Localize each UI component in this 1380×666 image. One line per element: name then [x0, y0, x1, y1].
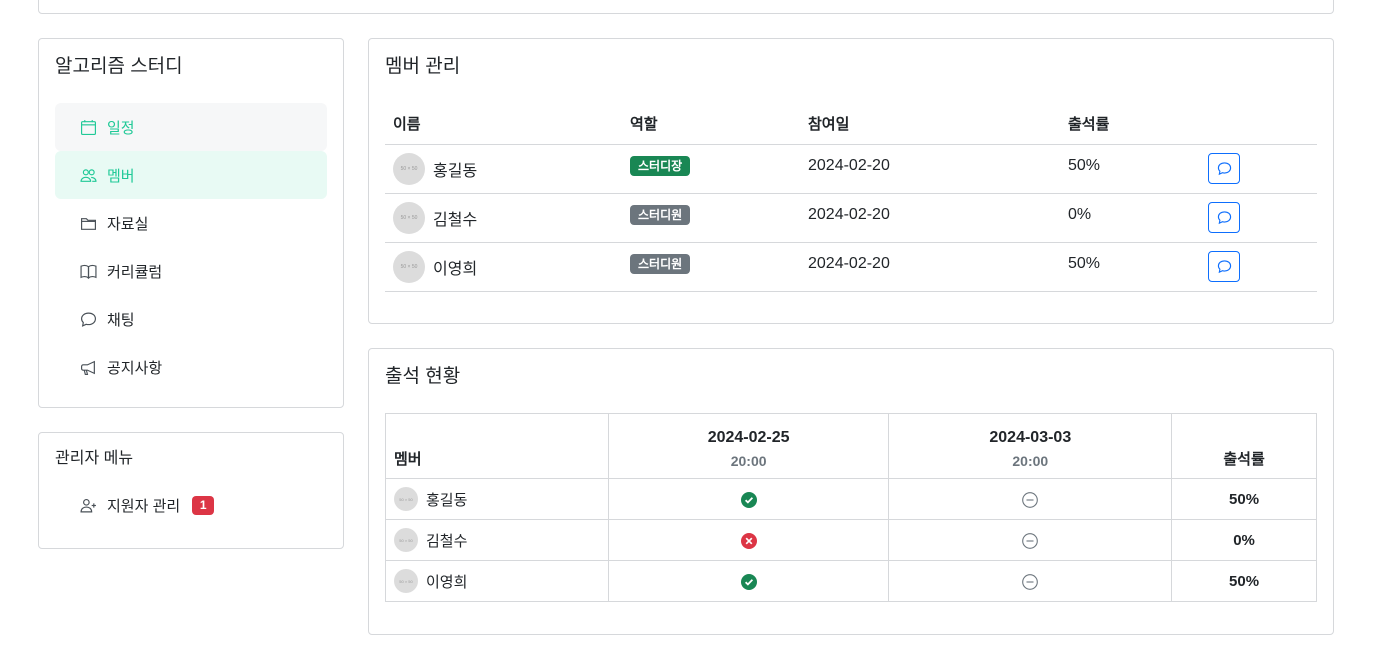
- members-table: 이름 역할 참여일 출석률 50 × 50 홍길동 스터디장 2024-02-20…: [385, 103, 1317, 292]
- applicant-management-label: 지원자 관리: [107, 497, 181, 515]
- member-name: 김철수: [433, 211, 478, 229]
- joined-date: 2024-02-20: [808, 156, 890, 174]
- dash-circle-icon: [1022, 491, 1039, 508]
- attendance-title: 출석 현황: [385, 366, 461, 387]
- member-name: 이영희: [426, 573, 468, 591]
- dash-circle-icon: [1022, 573, 1039, 590]
- avatar: 50 × 50: [393, 250, 425, 283]
- chat-icon: [1217, 162, 1231, 176]
- table-row: 50 × 50 홍길동 스터디장 2024-02-20 50%: [385, 144, 1317, 194]
- table-row: 50 × 50 김철수 0%: [385, 519, 1317, 561]
- column-header-rate: 출석률: [1171, 413, 1317, 479]
- table-row: 50 × 50 김철수 스터디원 2024-02-20 0%: [385, 193, 1317, 243]
- column-header-member: 멤버: [385, 413, 609, 479]
- session-time: 20:00: [1012, 453, 1049, 469]
- top-card: [38, 0, 1334, 14]
- study-title: 알고리즘 스터디: [55, 56, 183, 77]
- session-time: 20:00: [730, 453, 767, 469]
- avatar: 50 × 50: [393, 152, 425, 185]
- applicant-count-badge: 1: [192, 495, 215, 515]
- chat-icon: [1217, 211, 1231, 225]
- sidebar-item-label: 공지사항: [107, 359, 163, 377]
- table-row: 50 × 50 이영희 스터디원 2024-02-20 50%: [385, 242, 1317, 292]
- calendar-icon: [79, 118, 97, 136]
- sidebar-item-label: 커리큘럼: [107, 263, 163, 281]
- member-name: 김철수: [426, 532, 468, 550]
- chat-button[interactable]: [1208, 251, 1240, 282]
- sidebar-item-label: 채팅: [107, 311, 135, 329]
- sidebar-item-members[interactable]: 멤버: [55, 151, 327, 199]
- sidebar-item-curriculum[interactable]: 커리큘럼: [55, 247, 327, 295]
- chat-button[interactable]: [1208, 202, 1240, 233]
- session-header: 2024-03-03 20:00: [888, 413, 1173, 479]
- attendance-rate: 0%: [1068, 205, 1092, 223]
- chat-button[interactable]: [1208, 153, 1240, 184]
- chat-icon: [79, 310, 97, 328]
- member-name: 홍길동: [426, 491, 468, 509]
- session-header: 2024-02-25 20:00: [607, 413, 890, 479]
- sidebar-item-schedule[interactable]: 일정: [55, 103, 327, 151]
- attendance-rate: 50%: [1068, 254, 1101, 272]
- attendance-rate: 50%: [1068, 156, 1101, 174]
- members-header-row: 이름 역할 참여일 출석률: [385, 103, 1317, 145]
- megaphone-icon: [79, 358, 97, 376]
- sidebar-item-chat[interactable]: 채팅: [55, 295, 327, 343]
- study-sidebar: 알고리즘 스터디 일정 멤버 자료실 커리큘럼 채팅 공지사항: [38, 38, 344, 408]
- attendance-rate: 50%: [1171, 560, 1317, 602]
- admin-menu-title: 관리자 메뉴: [55, 450, 134, 467]
- joined-date: 2024-02-20: [808, 254, 890, 272]
- session-date: 2024-02-25: [707, 429, 790, 446]
- joined-date: 2024-02-20: [808, 205, 890, 223]
- members-card: 멤버 관리 이름 역할 참여일 출석률 50 × 50 홍길동 스터디장 2024…: [368, 38, 1334, 324]
- x-circle-icon: [740, 532, 757, 549]
- avatar: 50 × 50: [393, 201, 425, 234]
- attendance-rate: 50%: [1171, 478, 1317, 520]
- column-header-name: 이름: [385, 103, 622, 145]
- sidebar-item-label: 일정: [107, 119, 135, 137]
- column-header-joined: 참여일: [800, 103, 1060, 145]
- admin-menu-card: 관리자 메뉴 지원자 관리 1: [38, 432, 344, 549]
- member-name: 이영희: [433, 260, 478, 278]
- member-name: 홍길동: [433, 162, 478, 180]
- attendance-table: 멤버 2024-02-25 20:00 2024-03-03 20:00 출석률…: [385, 413, 1317, 602]
- table-row: 50 × 50 이영희 50%: [385, 560, 1317, 602]
- avatar: 50 × 50: [394, 487, 418, 511]
- applicant-management-link[interactable]: 지원자 관리 1: [55, 489, 327, 521]
- role-badge: 스터디원: [630, 204, 691, 225]
- people-icon: [79, 166, 97, 184]
- check-circle-icon: [740, 573, 757, 590]
- sidebar-item-label: 멤버: [107, 167, 135, 185]
- attendance-card: 출석 현황 멤버 2024-02-25 20:00 2024-03-03 20:…: [368, 348, 1334, 635]
- column-header-actions: [1200, 103, 1317, 145]
- attendance-rate: 0%: [1171, 519, 1317, 561]
- sidebar-item-label: 자료실: [107, 215, 149, 233]
- attendance-header-row: 멤버 2024-02-25 20:00 2024-03-03 20:00 출석률: [385, 413, 1317, 479]
- person-add-icon: [79, 496, 97, 514]
- chat-icon: [1217, 260, 1231, 274]
- column-header-role: 역할: [622, 103, 800, 145]
- avatar: 50 × 50: [394, 569, 418, 593]
- role-badge: 스터디원: [630, 253, 691, 274]
- dash-circle-icon: [1022, 532, 1039, 549]
- book-icon: [79, 262, 97, 280]
- role-badge: 스터디장: [630, 155, 691, 176]
- session-date: 2024-03-03: [989, 429, 1072, 446]
- avatar: 50 × 50: [394, 528, 418, 552]
- sidebar-item-notices[interactable]: 공지사항: [55, 343, 327, 391]
- table-row: 50 × 50 홍길동 50%: [385, 478, 1317, 520]
- folder-icon: [79, 214, 97, 232]
- column-header-rate: 출석률: [1060, 103, 1200, 145]
- sidebar-item-files[interactable]: 자료실: [55, 199, 327, 247]
- members-title: 멤버 관리: [385, 56, 461, 77]
- check-circle-icon: [740, 491, 757, 508]
